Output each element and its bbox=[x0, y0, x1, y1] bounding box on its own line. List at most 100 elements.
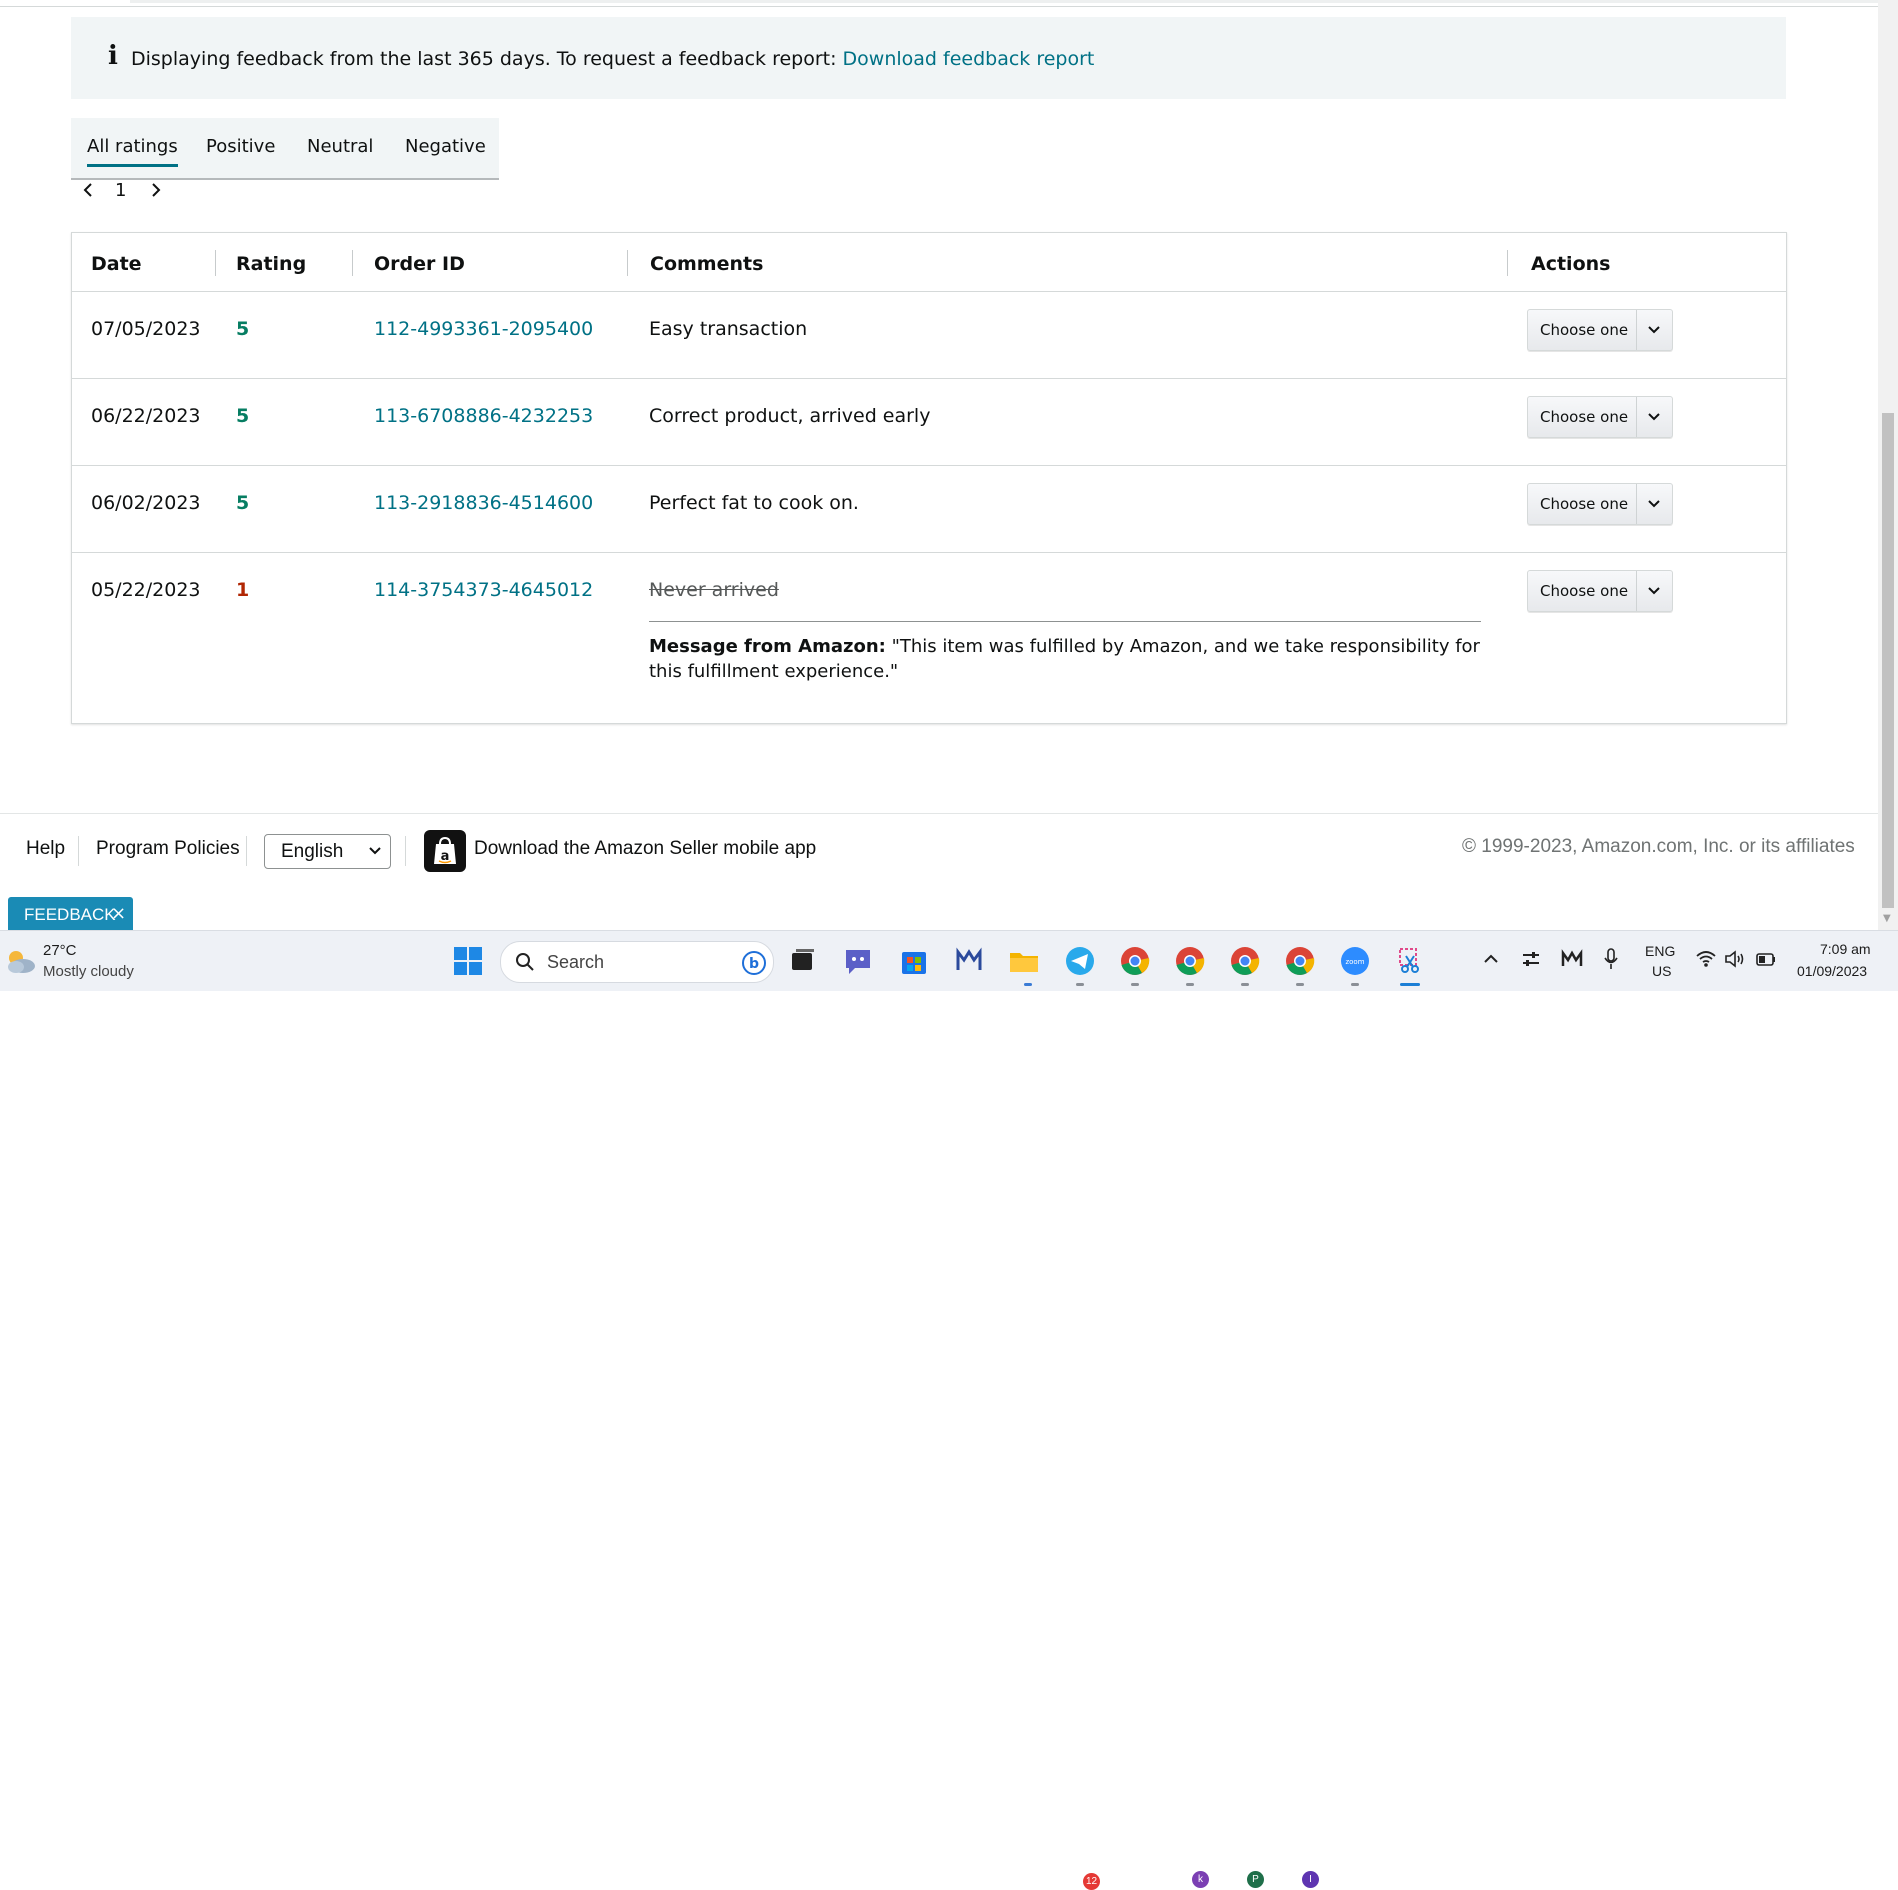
download-feedback-report-link[interactable]: Download feedback report bbox=[843, 48, 1095, 70]
browser-top-edge bbox=[0, 0, 1878, 7]
monitor-app-icon[interactable] bbox=[952, 944, 986, 978]
order-id-link[interactable]: 112-4993361-2095400 bbox=[374, 318, 593, 340]
volume-icon[interactable] bbox=[1724, 949, 1746, 969]
program-policies-link[interactable]: Program Policies bbox=[96, 838, 240, 860]
language-selected: English bbox=[281, 841, 344, 862]
wifi-icon[interactable] bbox=[1695, 949, 1717, 969]
battery-icon[interactable] bbox=[1755, 949, 1777, 969]
weather-description: Mostly cloudy bbox=[43, 963, 134, 980]
settings-sliders-icon[interactable] bbox=[1521, 949, 1541, 969]
windows-taskbar: 27°C Mostly cloudy Search b 12 k P I zoo… bbox=[0, 930, 1898, 1890]
feedback-tab[interactable]: FEEDBACK × bbox=[8, 897, 133, 931]
running-indicator bbox=[1076, 983, 1084, 986]
choose-action-label: Choose one bbox=[1540, 495, 1629, 513]
footer-divider bbox=[0, 813, 1878, 814]
bing-icon[interactable]: b bbox=[741, 950, 767, 976]
snipping-tool-icon[interactable] bbox=[1393, 944, 1427, 978]
windows-start-icon[interactable] bbox=[451, 944, 485, 978]
tab-positive[interactable]: Positive bbox=[206, 136, 275, 157]
zoom-icon[interactable]: zoom bbox=[1338, 944, 1372, 978]
choose-action-dropdown[interactable]: Choose one bbox=[1527, 483, 1673, 525]
taskbar-search[interactable]: Search b bbox=[500, 941, 774, 983]
input-region[interactable]: US bbox=[1652, 963, 1671, 979]
input-language[interactable]: ENG bbox=[1645, 943, 1675, 959]
teams-chat-icon[interactable] bbox=[841, 944, 875, 978]
order-id-link[interactable]: 114-3754373-4645012 bbox=[374, 579, 593, 601]
page-scrollbar[interactable]: ▼ bbox=[1878, 0, 1898, 930]
close-icon[interactable]: × bbox=[111, 903, 126, 924]
svg-text:zoom: zoom bbox=[1345, 958, 1364, 966]
chevron-up-icon[interactable] bbox=[1483, 951, 1499, 967]
table-row: 07/05/2023 5 112-4993361-2095400 Easy tr… bbox=[72, 292, 1786, 379]
header-date: Date bbox=[91, 253, 142, 275]
chrome-profile-badge: I bbox=[1302, 1871, 1319, 1888]
header-rating: Rating bbox=[236, 253, 307, 275]
rating-tabs: All ratings Positive Neutral Negative bbox=[71, 118, 499, 180]
clock-date[interactable]: 01/09/2023 bbox=[1797, 963, 1867, 979]
chrome-profile-badge: k bbox=[1192, 1871, 1209, 1888]
file-explorer-icon[interactable] bbox=[1007, 944, 1041, 978]
chevron-down-icon bbox=[1648, 587, 1660, 595]
table-row: 05/22/2023 1 114-3754373-4645012 Never a… bbox=[72, 553, 1786, 722]
previous-page-icon[interactable] bbox=[82, 182, 96, 203]
tab-negative[interactable]: Negative bbox=[405, 136, 486, 157]
amazon-message: Message from Amazon: "This item was fulf… bbox=[649, 621, 1481, 684]
row-rating: 5 bbox=[236, 318, 250, 340]
microphone-icon[interactable] bbox=[1603, 947, 1619, 971]
row-rating: 1 bbox=[236, 579, 250, 601]
weather-cloudy-icon[interactable] bbox=[4, 947, 36, 975]
footer-separator bbox=[78, 836, 79, 866]
choose-action-dropdown[interactable]: Choose one bbox=[1527, 396, 1673, 438]
choose-action-label: Choose one bbox=[1540, 582, 1629, 600]
scrollbar-thumb[interactable] bbox=[1882, 413, 1894, 908]
column-divider bbox=[215, 250, 216, 276]
amazon-seller-app-icon[interactable]: a bbox=[424, 830, 466, 872]
active-indicator bbox=[1400, 983, 1420, 986]
monitor-tray-icon[interactable] bbox=[1561, 949, 1583, 969]
tab-all-ratings[interactable]: All ratings bbox=[87, 136, 178, 167]
help-link[interactable]: Help bbox=[26, 838, 65, 860]
choose-action-dropdown[interactable]: Choose one bbox=[1527, 570, 1673, 612]
row-date: 05/22/2023 bbox=[91, 579, 201, 601]
table-row: 06/02/2023 5 113-2918836-4514600 Perfect… bbox=[72, 466, 1786, 553]
table-header: Date Rating Order ID Comments Actions bbox=[72, 233, 1786, 292]
chevron-down-icon bbox=[1648, 326, 1660, 334]
order-id-link[interactable]: 113-2918836-4514600 bbox=[374, 492, 593, 514]
svg-text:b: b bbox=[749, 956, 759, 972]
chrome-profile-k-icon[interactable] bbox=[1173, 944, 1207, 978]
header-actions: Actions bbox=[1531, 253, 1611, 275]
row-rating: 5 bbox=[236, 405, 250, 427]
footer-separator bbox=[405, 836, 406, 866]
task-view-icon[interactable] bbox=[786, 944, 820, 978]
order-id-link[interactable]: 113-6708886-4232253 bbox=[374, 405, 593, 427]
chrome-profile-p-icon[interactable] bbox=[1228, 944, 1262, 978]
info-banner: i Displaying feedback from the last 365 … bbox=[71, 17, 1786, 99]
row-comment-removed: Never arrived bbox=[649, 579, 779, 601]
microsoft-store-icon[interactable] bbox=[897, 944, 931, 978]
copyright: © 1999-2023, Amazon.com, Inc. or its aff… bbox=[1462, 836, 1855, 857]
choose-action-dropdown[interactable]: Choose one bbox=[1527, 309, 1673, 351]
amazon-message-label: Message from Amazon: bbox=[649, 636, 886, 657]
chrome-icon[interactable] bbox=[1118, 944, 1152, 978]
row-rating: 5 bbox=[236, 492, 250, 514]
clock-time[interactable]: 7:09 am bbox=[1820, 941, 1871, 957]
scroll-down-icon[interactable]: ▼ bbox=[1883, 913, 1891, 924]
row-date: 06/22/2023 bbox=[91, 405, 201, 427]
running-indicator bbox=[1241, 983, 1249, 986]
current-page-number: 1 bbox=[115, 180, 127, 201]
tab-neutral[interactable]: Neutral bbox=[307, 136, 373, 157]
chrome-profile-i-icon[interactable] bbox=[1283, 944, 1317, 978]
row-date: 07/05/2023 bbox=[91, 318, 201, 340]
header-comments: Comments bbox=[650, 253, 764, 275]
download-seller-app-link[interactable]: Download the Amazon Seller mobile app bbox=[474, 838, 816, 860]
chevron-down-icon bbox=[369, 847, 381, 855]
banner-message: Displaying feedback from the last 365 da… bbox=[131, 48, 837, 70]
telegram-icon[interactable] bbox=[1063, 944, 1097, 978]
running-indicator bbox=[1131, 983, 1139, 986]
language-select[interactable]: English bbox=[264, 834, 391, 869]
row-date: 06/02/2023 bbox=[91, 492, 201, 514]
chevron-down-icon bbox=[1648, 413, 1660, 421]
telegram-unread-badge: 12 bbox=[1083, 1873, 1100, 1890]
running-indicator bbox=[1186, 983, 1194, 986]
next-page-icon[interactable] bbox=[148, 182, 162, 203]
